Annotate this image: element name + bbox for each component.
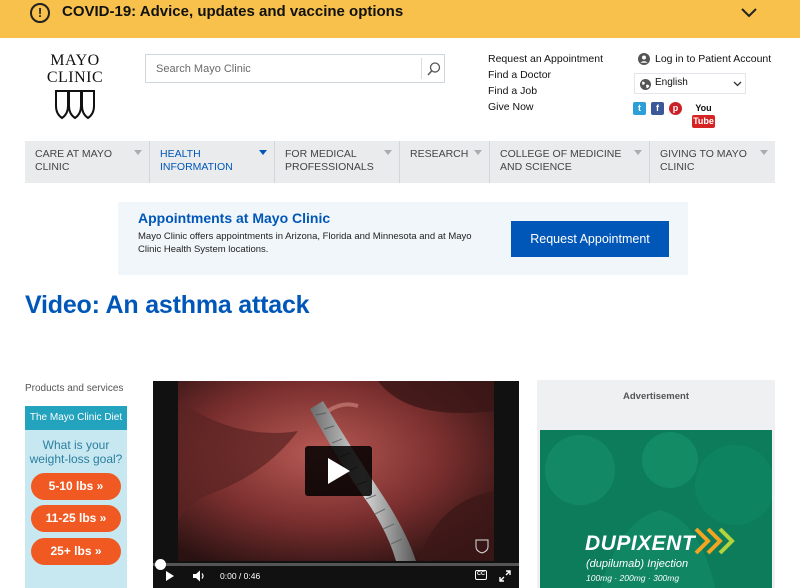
appointment-title[interactable]: Appointments at Mayo Clinic	[138, 210, 330, 226]
caret-down-icon	[134, 150, 142, 155]
chevron-down-icon	[733, 81, 742, 87]
find-a-job-link[interactable]: Find a Job	[488, 85, 537, 97]
nav-college-of-medicine[interactable]: COLLEGE OF MEDICINE AND SCIENCE	[490, 141, 650, 183]
mayo-clinic-diet-promo[interactable]: The Mayo Clinic Diet What is your weight…	[25, 406, 127, 588]
nav-research[interactable]: RESEARCH	[400, 141, 490, 183]
advertisement-label: Advertisement	[623, 391, 689, 402]
youtube-tube: Tube	[692, 115, 715, 128]
products-and-services-label: Products and services	[25, 383, 124, 394]
language-select[interactable]: English	[634, 73, 746, 94]
caret-down-icon	[384, 150, 392, 155]
caret-down-icon	[259, 150, 267, 155]
give-now-link[interactable]: Give Now	[488, 101, 534, 113]
covid-banner[interactable]: ! COVID-19: Advice, updates and vaccine …	[0, 0, 800, 38]
caret-down-icon	[474, 150, 482, 155]
diet-question-line1: What is your	[42, 438, 110, 452]
request-appointment-button[interactable]: Request Appointment	[511, 221, 669, 257]
pinterest-icon[interactable]: p	[669, 102, 682, 115]
login-label: Log in to Patient Account	[655, 53, 772, 65]
fullscreen-icon[interactable]	[499, 570, 511, 582]
twitter-icon[interactable]: t	[633, 102, 646, 115]
facebook-icon[interactable]: f	[651, 102, 664, 115]
ad-doses: 100mg · 200mg · 300mg	[586, 573, 680, 583]
ad-subtitle: (dupilumab) Injection	[586, 558, 689, 570]
diet-option-25-plus-button[interactable]: 25+ lbs »	[31, 538, 121, 565]
nav-label: HEALTH INFORMATION	[160, 148, 233, 173]
mayo-clinic-logo[interactable]: MAYO CLINIC	[42, 52, 108, 122]
nav-label: CARE AT MAYO CLINIC	[35, 148, 113, 173]
advertisement: Advertisement DUPIXENT (dupilumab) Injec…	[537, 380, 775, 588]
nav-health-information[interactable]: HEALTH INFORMATION	[150, 141, 275, 183]
play-icon	[328, 458, 350, 484]
youtube-you: You	[695, 103, 712, 113]
search-icon[interactable]	[426, 61, 442, 77]
mayo-shield-icon	[55, 90, 95, 120]
play-button[interactable]	[305, 446, 372, 496]
mayo-watermark-icon	[475, 539, 489, 554]
video-scrubber-handle[interactable]	[155, 559, 166, 570]
diet-question-line2: weight-loss goal?	[29, 452, 123, 466]
ad-creative[interactable]: DUPIXENT (dupilumab) Injection 100mg · 2…	[540, 430, 772, 588]
ad-brand-name: DUPIXENT	[585, 532, 696, 555]
nav-label: GIVING TO MAYO CLINIC	[660, 148, 747, 173]
diet-option-5-10-button[interactable]: 5-10 lbs »	[31, 473, 121, 500]
youtube-icon[interactable]: You Tube	[688, 102, 719, 128]
globe-icon	[640, 79, 651, 90]
volume-icon[interactable]	[192, 569, 206, 583]
search-box	[145, 54, 445, 83]
caret-down-icon	[760, 150, 768, 155]
ad-chevrons-icon	[694, 527, 735, 555]
video-duration: 0:46	[243, 571, 261, 581]
language-selected: English	[655, 77, 688, 88]
search-input[interactable]	[146, 55, 421, 82]
diet-option-11-25-button[interactable]: 11-25 lbs »	[31, 505, 121, 532]
logo-word-mayo: MAYO	[50, 52, 100, 69]
alert-icon: !	[30, 3, 50, 23]
request-appointment-link[interactable]: Request an Appointment	[488, 53, 603, 65]
nav-label: FOR MEDICAL PROFESSIONALS	[285, 148, 374, 173]
page-title: Video: An asthma attack	[25, 291, 310, 319]
video-current-time: 0:00	[220, 571, 237, 581]
search-divider	[421, 58, 422, 79]
find-a-doctor-link[interactable]: Find a Doctor	[488, 69, 551, 81]
video-time-separator: /	[238, 571, 242, 581]
diet-promo-header: The Mayo Clinic Diet	[25, 406, 127, 430]
nav-for-medical-professionals[interactable]: FOR MEDICAL PROFESSIONALS	[275, 141, 400, 183]
main-nav: CARE AT MAYO CLINIC HEALTH INFORMATION F…	[25, 141, 775, 183]
nav-label: COLLEGE OF MEDICINE AND SCIENCE	[500, 148, 622, 173]
covid-banner-text[interactable]: COVID-19: Advice, updates and vaccine op…	[62, 3, 403, 20]
appointment-banner: Appointments at Mayo Clinic Mayo Clinic …	[118, 202, 688, 275]
appointment-description: Mayo Clinic offers appointments in Arizo…	[138, 231, 472, 255]
nav-giving-to-mayo-clinic[interactable]: GIVING TO MAYO CLINIC	[650, 141, 775, 183]
nav-care-at-mayo-clinic[interactable]: CARE AT MAYO CLINIC	[25, 141, 150, 183]
video-progress-bar[interactable]	[153, 563, 519, 566]
video-player[interactable]: 0:00 / 0:46 CC	[153, 381, 519, 588]
chevron-down-icon[interactable]	[740, 7, 758, 19]
caret-down-icon	[634, 150, 642, 155]
diet-promo-question: What is your weight-loss goal?	[25, 438, 127, 466]
logo-word-clinic: CLINIC	[46, 69, 104, 86]
play-icon[interactable]	[166, 571, 174, 581]
user-icon	[638, 53, 650, 65]
closed-captions-button[interactable]: CC	[475, 570, 487, 580]
video-time-display: 0:00 / 0:46	[220, 571, 260, 581]
